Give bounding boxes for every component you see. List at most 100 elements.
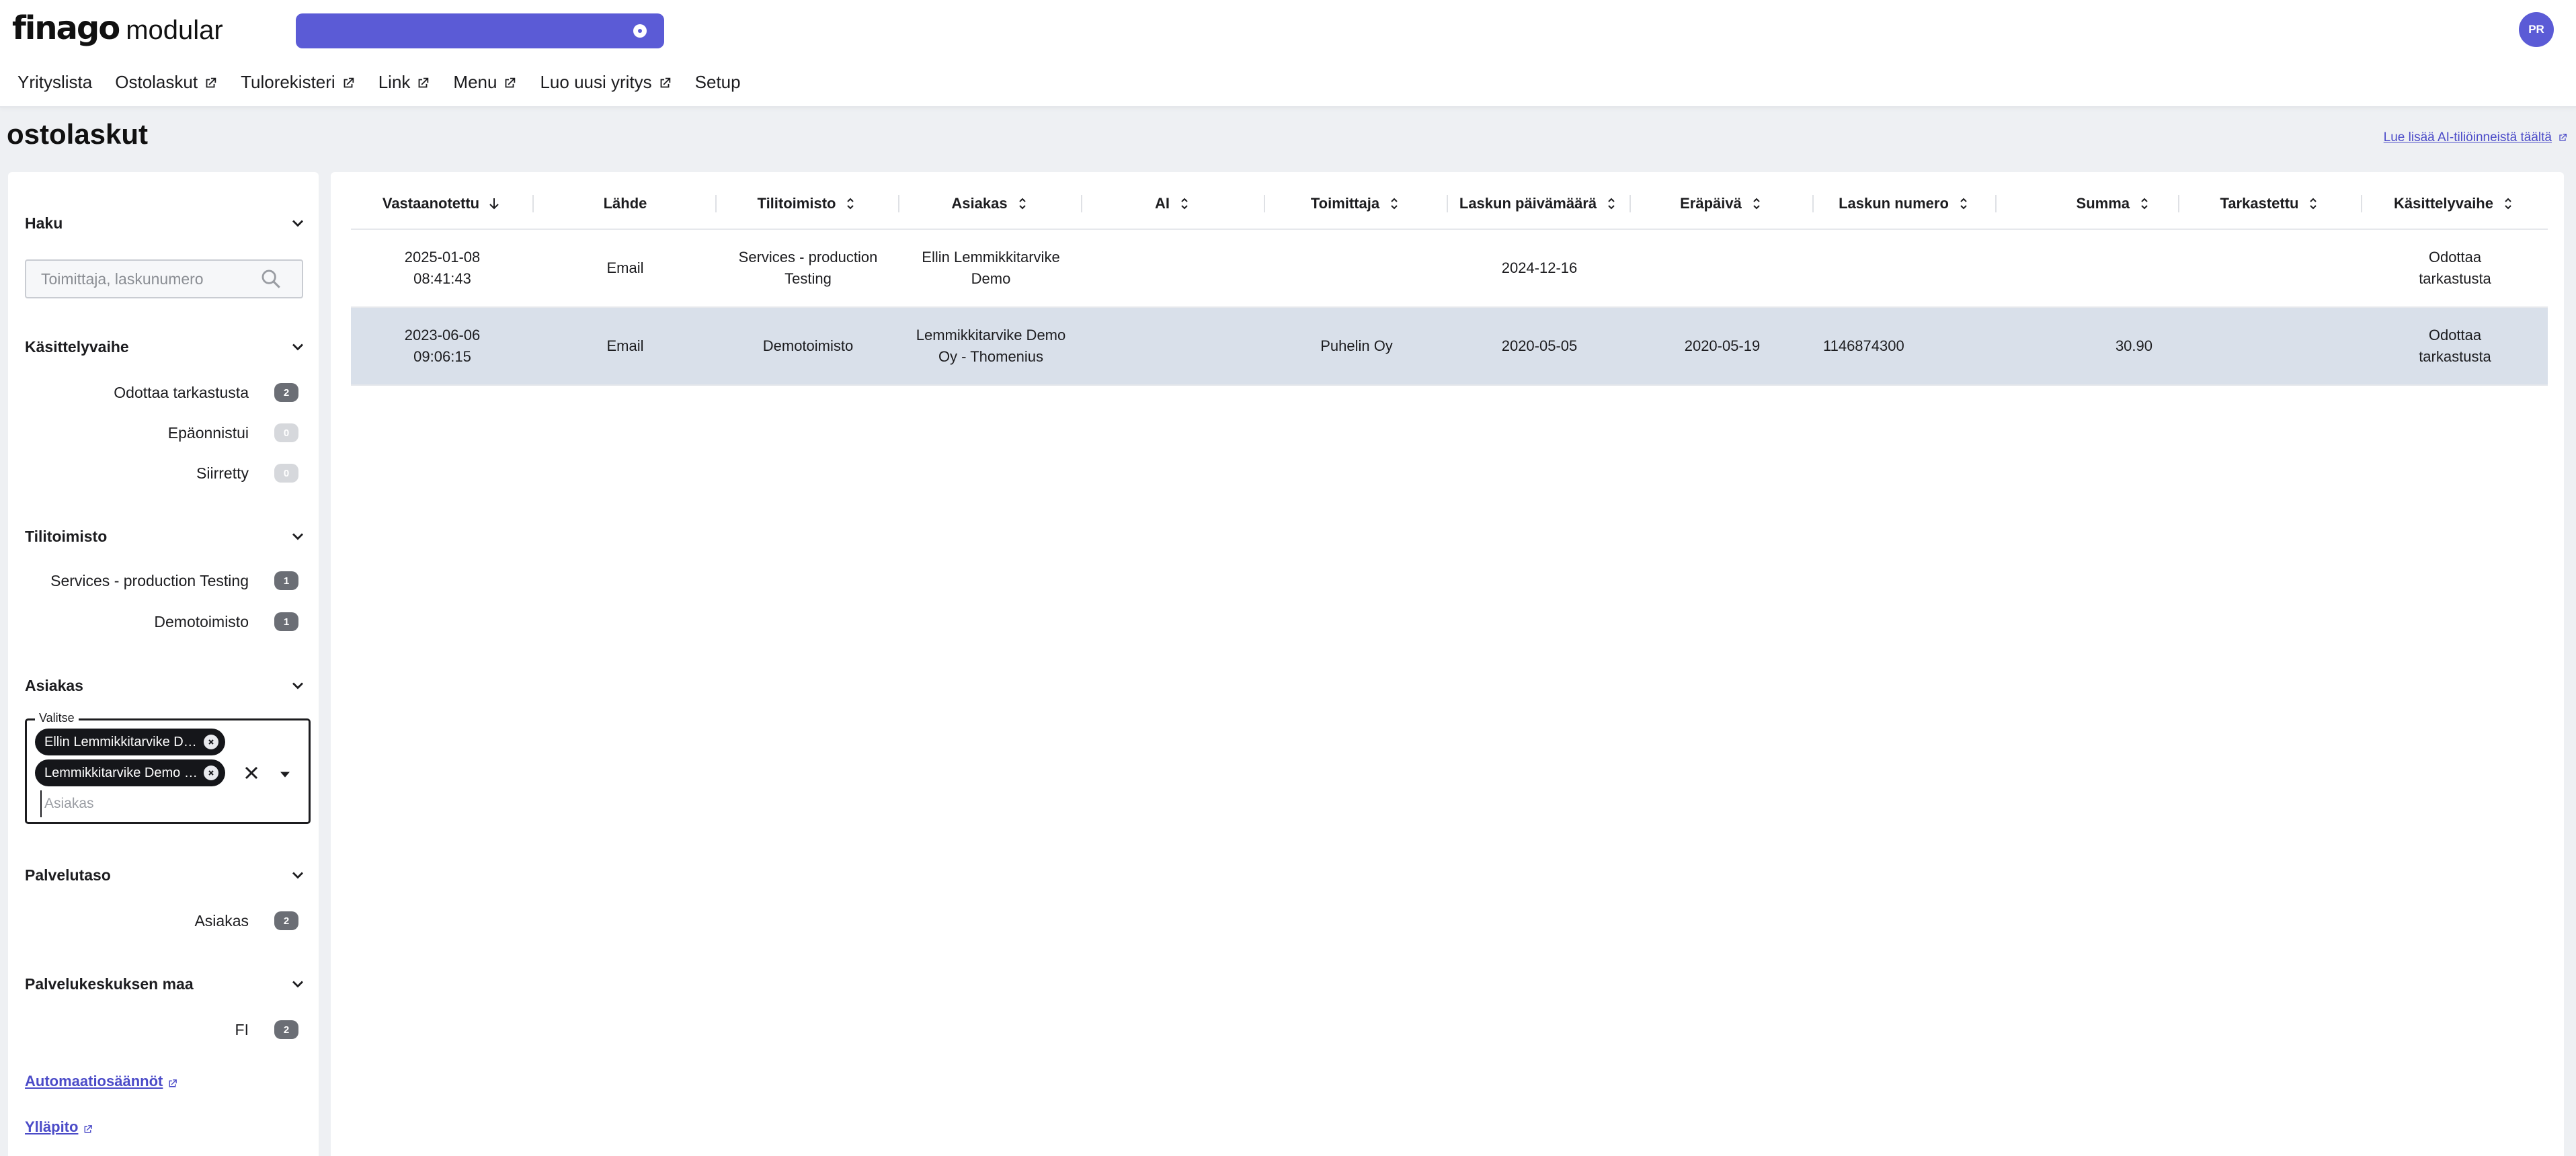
nav-item-label: Setup [694,71,741,92]
ai-info-link[interactable]: Lue lisää AI-tiliöinneistä täältä [2383,130,2567,145]
cell-source: Email [606,337,644,354]
remove-chip-icon[interactable] [204,735,218,749]
nav-item-setup[interactable]: Setup [695,72,741,93]
chip-label: Lemmikkitarvike Demo Oy - Thomenius [44,765,199,780]
admin-link[interactable]: Ylläpito [25,1118,93,1136]
cell-source: Email [606,259,644,276]
sort-icon [2141,198,2148,210]
cell-invoice-date: 2020-05-05 [1501,337,1578,354]
nav-item-label: Link [378,71,411,92]
cell-due-date: 2020-05-19 [1684,337,1761,354]
customer-search-input[interactable] [40,790,208,817]
column-header-summa[interactable]: Summa [1997,177,2179,230]
remove-chip-icon[interactable] [204,766,218,780]
section-title: Palvelutaso [25,866,111,884]
count-badge: 2 [274,911,298,930]
external-link-icon [502,75,517,89]
chevron-down-icon [292,343,303,351]
select-legend: Valitse [35,711,79,725]
column-header-kasittelyvaihe[interactable]: Käsittelyvaihe [2362,177,2548,230]
column-header-vastaanotettu[interactable]: Vastaanotettu [351,177,534,230]
nav-item-ostolaskut[interactable]: Ostolaskut [115,72,218,93]
column-label: Vastaanotettu [382,195,480,212]
filter-option-label: Services - production Testing [50,571,249,589]
column-header-toimittaja[interactable]: Toimittaja [1265,177,1448,230]
filter-option-label: Epäonnistui [167,423,249,442]
table-row[interactable]: 2025-01-08 08:41:43 Email Services - pro… [351,230,2548,308]
sort-icon [1018,198,1026,210]
cell-customer: Ellin Lemmikkitarvike Demo [922,249,1060,287]
table-row[interactable]: 2023-06-06 09:06:15 Email Demotoimisto L… [351,308,2548,386]
nav-item-tulorekisteri[interactable]: Tulorekisteri [241,72,356,93]
page-title: ostolaskut [7,118,149,150]
external-link-icon [415,75,430,89]
search-toggle-icon[interactable] [633,24,647,38]
column-header-lahde[interactable]: Lähde [534,177,717,230]
column-header-tarkastettu[interactable]: Tarkastettu [2179,177,2362,230]
cell-office: Demotoimisto [762,337,854,354]
section-header-tilitoimisto[interactable]: Tilitoimisto [25,523,307,550]
column-header-tilitoimisto[interactable]: Tilitoimisto [717,177,899,230]
cell-checked [2179,230,2362,306]
section-title: Asiakas [25,676,83,694]
column-header-laskun-paivamaara[interactable]: Laskun päivämäärä [1448,177,1631,230]
nav-item-luo-uusi-yritys[interactable]: Luo uusi yritys [540,72,672,93]
chip-label: Ellin Lemmikkitarvike Demo [44,734,199,749]
section-header-palvelukeskuksen-maa[interactable]: Palvelukeskuksen maa [25,971,307,997]
filter-option-asiakas[interactable]: Asiakas 2 [194,907,298,934]
finago-modular-logo[interactable]: finago modular [12,9,223,50]
filter-option-demotoimisto[interactable]: Demotoimisto 1 [154,608,298,635]
clear-selection-icon[interactable] [241,762,262,784]
section-header-asiakas[interactable]: Asiakas [25,672,307,699]
count-badge: 0 [274,423,298,442]
count-badge: 2 [274,383,298,402]
cell-received: 2025-01-08 08:41:43 [404,249,481,287]
table-header: Vastaanotettu Lähde Tilitoimisto Asiakas… [351,177,2548,230]
filter-option-label: Asiakas [194,911,249,930]
column-header-erapaiva[interactable]: Eräpäivä [1631,177,1814,230]
section-header-kasittelyvaihe[interactable]: Käsittelyvaihe [25,333,307,360]
top-header: finago modular PR Yrityslista Ostolaskut… [0,0,2576,108]
filter-option-services-production-testing[interactable]: Services - production Testing 1 [50,567,298,594]
ai-info-link-label: Lue lisää AI-tiliöinneistä täältä [2383,130,2552,144]
automation-rules-link[interactable]: Automaatiosäännöt [25,1073,177,1090]
count-badge: 1 [274,571,298,590]
selected-chip[interactable]: Ellin Lemmikkitarvike Demo [35,729,225,755]
dropdown-arrow-icon[interactable] [276,765,294,784]
column-header-asiakas[interactable]: Asiakas [899,177,1082,230]
column-label: Eräpäivä [1680,195,1742,212]
count-badge: 0 [274,464,298,483]
column-label: Laskun päivämäärä [1459,195,1597,212]
nav-item-link[interactable]: Link [378,72,431,93]
column-header-ai[interactable]: AI [1082,177,1265,230]
sort-icon [1391,198,1398,210]
nav-item-label: Yrityslista [17,71,93,92]
global-search-bar[interactable] [296,13,664,48]
section-header-haku[interactable]: Haku [25,210,307,237]
customer-multiselect[interactable]: Valitse Ellin Lemmikkitarvike Demo Lemmi… [25,711,311,824]
filter-option-siirretty[interactable]: Siirretty 0 [196,460,298,487]
external-link-icon [203,75,218,89]
filter-option-epaonnistui[interactable]: Epäonnistui 0 [168,419,298,446]
chevron-down-icon [292,533,303,540]
nav-item-label: Luo uusi yritys [540,71,652,92]
logo-brand: finago [12,9,120,47]
column-header-laskun-numero[interactable]: Laskun numero [1814,177,1997,230]
cell-ai [1082,308,1265,384]
user-avatar[interactable]: PR [2519,12,2554,47]
cell-status: Odottaa tarkastusta [2419,327,2491,365]
cell-supplier: Puhelin Oy [1320,337,1393,354]
section-title: Tilitoimisto [25,527,108,545]
nav-item-yrityslista[interactable]: Yrityslista [17,72,92,93]
sort-icon [847,198,854,210]
filter-option-fi[interactable]: FI 2 [235,1016,298,1043]
nav-item-menu[interactable]: Menu [453,72,517,93]
cell-customer: Lemmikkitarvike Demo Oy - Thomenius [916,327,1066,365]
search-icon[interactable] [259,267,282,290]
section-header-palvelutaso[interactable]: Palvelutaso [25,862,307,889]
filter-option-odottaa-tarkastusta[interactable]: Odottaa tarkastusta 2 [114,379,298,406]
selected-chip[interactable]: Lemmikkitarvike Demo Oy - Thomenius [35,759,225,786]
column-label: AI [1155,195,1170,212]
cell-checked [2179,308,2362,384]
filter-sidebar: Haku Käsittelyvaihe Odottaa tarkastusta … [8,172,319,1156]
